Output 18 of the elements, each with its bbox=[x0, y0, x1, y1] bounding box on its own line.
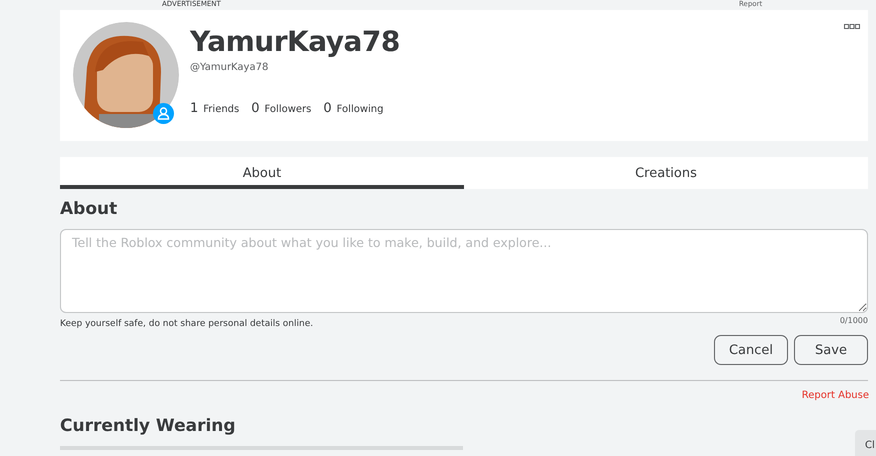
report-abuse-link[interactable]: Report Abuse bbox=[802, 390, 869, 401]
more-icon[interactable] bbox=[844, 24, 860, 29]
about-field[interactable]: Tell the Roblox community about what you like to make, build, and explore... bbox=[60, 229, 868, 313]
section-heading: About bbox=[60, 198, 118, 220]
username: @YamurKaya78 bbox=[190, 62, 270, 73]
stat-link[interactable]: 0 Following bbox=[323, 101, 384, 116]
tab[interactable]: About bbox=[60, 157, 464, 189]
chat-tab[interactable]: Cl bbox=[855, 430, 876, 456]
display-name: YamurKaya78 bbox=[190, 25, 400, 59]
save-button[interactable]: Save bbox=[794, 335, 868, 365]
stat-link[interactable]: 1 Friends bbox=[190, 101, 240, 116]
section-heading: Currently Wearing bbox=[60, 415, 237, 437]
user-badge-icon bbox=[153, 103, 174, 124]
character-counter: 0/1000 bbox=[840, 316, 868, 327]
safety-hint: Keep yourself safe, do not share personal details online. bbox=[60, 319, 314, 329]
stat-link[interactable]: 0 Followers bbox=[251, 101, 312, 116]
tab[interactable]: Creations bbox=[464, 157, 868, 189]
cancel-button[interactable]: Cancel bbox=[714, 335, 788, 365]
